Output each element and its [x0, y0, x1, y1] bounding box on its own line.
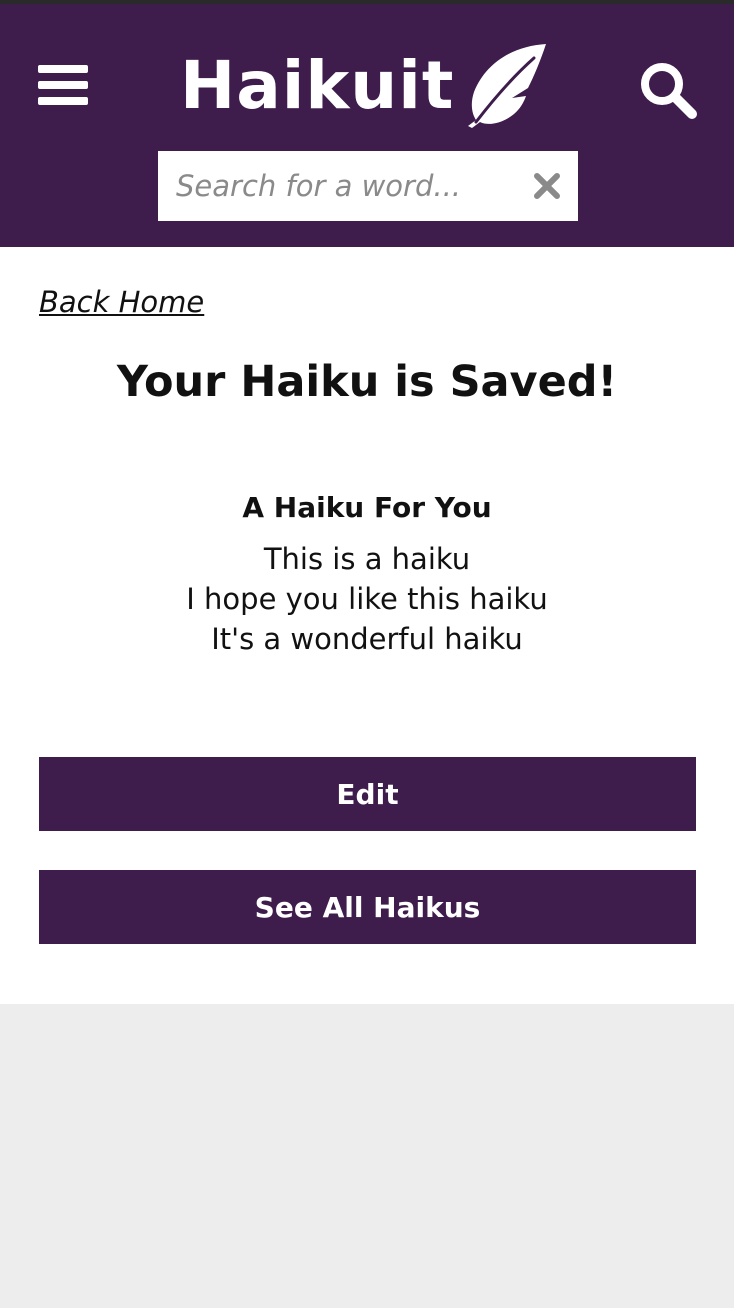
edit-button[interactable]: Edit — [39, 757, 696, 831]
search-icon[interactable] — [638, 60, 698, 120]
app-logo[interactable]: Haikuit — [180, 40, 550, 132]
hamburger-menu-icon[interactable] — [38, 62, 88, 112]
main-content: Back Home Your Haiku is Saved! A Haiku F… — [0, 247, 734, 1004]
close-icon[interactable] — [532, 171, 562, 201]
search-box — [158, 151, 578, 221]
back-home-link[interactable]: Back Home — [39, 285, 204, 319]
search-input[interactable] — [158, 151, 518, 221]
haiku-lines: This is a haiku I hope you like this hai… — [0, 539, 734, 659]
page-title: Your Haiku is Saved! — [116, 357, 618, 407]
haiku-line: It's a wonderful haiku — [211, 622, 523, 656]
haiku-line: This is a haiku — [263, 542, 471, 576]
see-all-haikus-button[interactable]: See All Haikus — [39, 870, 696, 944]
logo-text: Haikuit — [180, 47, 455, 124]
haiku-line: I hope you like this haiku — [186, 582, 548, 616]
feather-icon — [468, 44, 546, 128]
haiku-title: A Haiku For You — [242, 491, 492, 524]
app-header: Haikuit — [0, 4, 734, 247]
